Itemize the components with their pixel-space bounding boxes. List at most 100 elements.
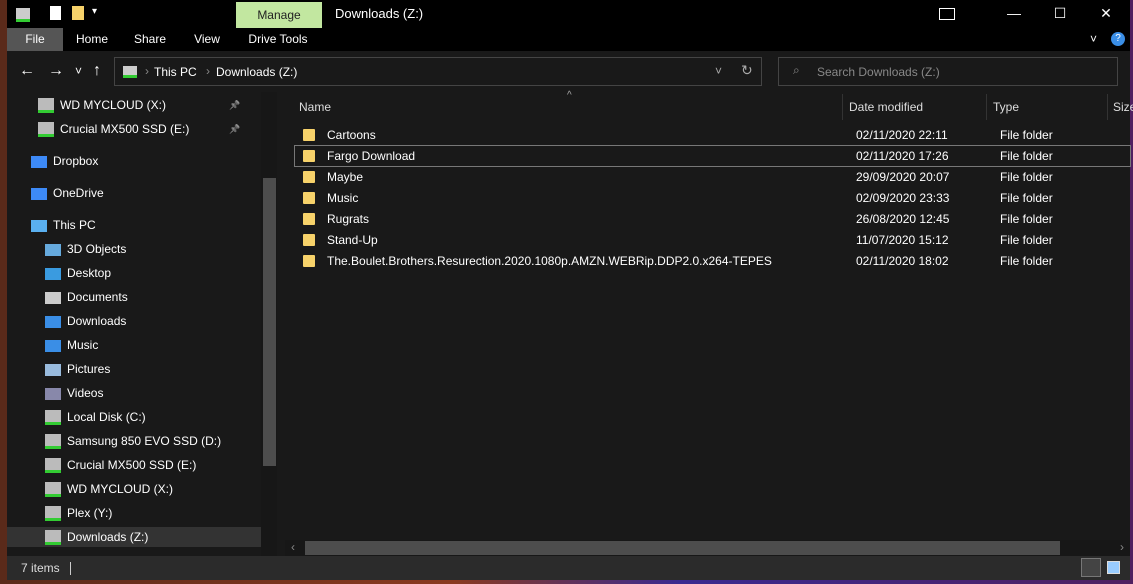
customize-qat-icon[interactable]: ▾ (92, 6, 97, 17)
refresh-icon[interactable]: ↻ (741, 62, 753, 79)
dropbox-icon (31, 155, 47, 168)
file-date: 29/09/2020 20:07 (856, 170, 950, 184)
close-button[interactable]: ✕ (1083, 0, 1129, 28)
forward-button[interactable]: → (48, 62, 64, 80)
pin-icon[interactable]: 📌 (229, 95, 240, 115)
maximize-button[interactable]: ☐ (1037, 0, 1083, 28)
cloud-icon (31, 187, 47, 200)
file-row[interactable]: Cartoons 02/11/2020 22:11 File folder (295, 125, 1130, 145)
recent-locations-button[interactable]: ˅ (75, 64, 82, 78)
sidebar-item-label: Dropbox (53, 154, 99, 168)
horizontal-scrollbar[interactable]: ‹ › (285, 540, 1130, 556)
expand-ribbon-icon[interactable]: ˅ (1090, 32, 1097, 46)
tab-file[interactable]: File (7, 28, 63, 51)
folder-icon (303, 150, 315, 162)
file-type: File folder (1000, 149, 1053, 163)
sidebar-item[interactable]: Crucial MX500 SSD (E:) 📌 (38, 119, 240, 139)
drive-icon (45, 434, 61, 450)
sidebar-item[interactable]: Pictures (45, 359, 110, 379)
address-bar[interactable]: › This PC › Downloads (Z:) ˅ ↻ (114, 57, 762, 86)
file-name: Fargo Download (327, 149, 416, 163)
sidebar-item-label: Videos (67, 386, 104, 400)
column-header-type[interactable]: Type (993, 98, 1019, 116)
file-name: Rugrats (327, 212, 370, 226)
breadcrumb-downloads[interactable]: Downloads (Z:) (216, 65, 297, 79)
sidebar-item[interactable]: WD MYCLOUD (X:) 📌 (38, 95, 240, 115)
sidebar-item-label: Music (67, 338, 99, 352)
sidebar-item[interactable]: OneDrive (31, 183, 104, 203)
sidebar-item-label: Samsung 850 EVO SSD (D:) (67, 434, 222, 448)
explorer-window: ▾ Manage Downloads (Z:) — ☐ ✕ File Home … (7, 0, 1133, 580)
sidebar-item-label: Downloads (67, 314, 127, 328)
sidebar-item[interactable]: 3D Objects (45, 239, 126, 259)
sidebar-item[interactable]: Plex (Y:) (45, 503, 112, 523)
drive-icon (16, 8, 30, 22)
file-type: File folder (1000, 233, 1053, 247)
sidebar-item[interactable]: Downloads (Z:) (7, 527, 261, 547)
tab-share[interactable]: Share (127, 28, 173, 51)
file-type: File folder (1000, 191, 1053, 205)
back-button[interactable]: ← (19, 62, 35, 80)
minimize-button[interactable]: — (991, 0, 1037, 28)
tablet-mode-icon[interactable] (939, 8, 955, 20)
folder-icon (303, 129, 315, 141)
tab-drive-tools[interactable]: Drive Tools (243, 28, 313, 51)
file-name: Stand-Up (327, 233, 378, 247)
large-icons-view-button[interactable] (1107, 561, 1120, 574)
breadcrumb-this-pc[interactable]: This PC (154, 65, 197, 79)
sidebar-scrollbar[interactable] (261, 92, 277, 556)
file-list: ^ Name Date modified Type Size Cartoons 0… (285, 90, 1133, 540)
sidebar-item-label: WD MYCLOUD (X:) (60, 98, 166, 112)
sidebar-item[interactable]: WD MYCLOUD (X:) (45, 479, 173, 499)
sidebar-item-label: This PC (53, 218, 96, 232)
sidebar-item[interactable]: Downloads (45, 311, 126, 331)
properties-icon[interactable] (50, 6, 61, 20)
pictures-icon (45, 363, 61, 376)
sidebar-item[interactable]: Documents (45, 287, 128, 307)
sidebar-item[interactable]: This PC (31, 215, 96, 235)
sidebar-item-label: Documents (67, 290, 128, 304)
column-header-size[interactable]: Size (1113, 98, 1133, 116)
column-header-date[interactable]: Date modified (849, 98, 923, 116)
new-folder-icon[interactable] (72, 6, 84, 20)
help-icon[interactable]: ? (1111, 32, 1125, 46)
file-row[interactable]: Fargo Download 02/11/2020 17:26 File folde… (294, 145, 1131, 167)
sidebar-item[interactable]: Samsung 850 EVO SSD (D:) (45, 431, 221, 451)
folder-icon (303, 171, 315, 183)
address-dropdown-icon[interactable]: ˅ (715, 64, 722, 78)
file-row[interactable]: Stand-Up 11/07/2020 15:12 File folder (295, 230, 1130, 250)
sidebar-item[interactable]: Local Disk (C:) (45, 407, 146, 427)
file-row[interactable]: Maybe 29/09/2020 20:07 File folder (295, 167, 1130, 187)
search-box[interactable]: ⌕ Search Downloads (Z:) (778, 57, 1118, 86)
file-type: File folder (1000, 128, 1053, 142)
tab-view[interactable]: View (185, 28, 229, 51)
file-row[interactable]: Music 02/09/2020 23:33 File folder (295, 188, 1130, 208)
desktop-icon (45, 267, 61, 280)
sidebar-item[interactable]: Desktop (45, 263, 111, 283)
drive-icon (45, 482, 61, 498)
search-input[interactable]: Search Downloads (Z:) (817, 65, 940, 79)
sidebar-item[interactable]: Crucial MX500 SSD (E:) (45, 455, 196, 475)
tab-home[interactable]: Home (69, 28, 115, 51)
file-date: 02/11/2020 22:11 (856, 128, 948, 142)
sidebar-item[interactable]: Dropbox (31, 151, 98, 171)
column-header-name[interactable]: Name (299, 98, 331, 116)
download-icon (45, 315, 61, 328)
up-button[interactable]: ↑ (93, 62, 101, 80)
videos-icon (45, 387, 61, 400)
drive-icon (45, 530, 61, 546)
pin-icon[interactable]: 📌 (229, 119, 240, 139)
sidebar-item-label: Local Disk (C:) (67, 410, 146, 424)
sidebar-item[interactable]: Music (45, 335, 98, 355)
folder-icon (303, 255, 315, 267)
file-row[interactable]: The.Boulet.Brothers.Resurection.2020.108… (295, 251, 1130, 271)
drive-icon (123, 66, 137, 78)
details-view-button[interactable] (1081, 558, 1101, 577)
sidebar-item-label: OneDrive (53, 186, 104, 200)
sidebar-item[interactable]: Videos (45, 383, 103, 403)
tab-manage[interactable]: Manage (236, 2, 322, 28)
file-name: Cartoons (327, 128, 376, 142)
file-row[interactable]: Rugrats 26/08/2020 12:45 File folder (295, 209, 1130, 229)
drive-icon (45, 410, 61, 426)
folder-icon (303, 213, 315, 225)
